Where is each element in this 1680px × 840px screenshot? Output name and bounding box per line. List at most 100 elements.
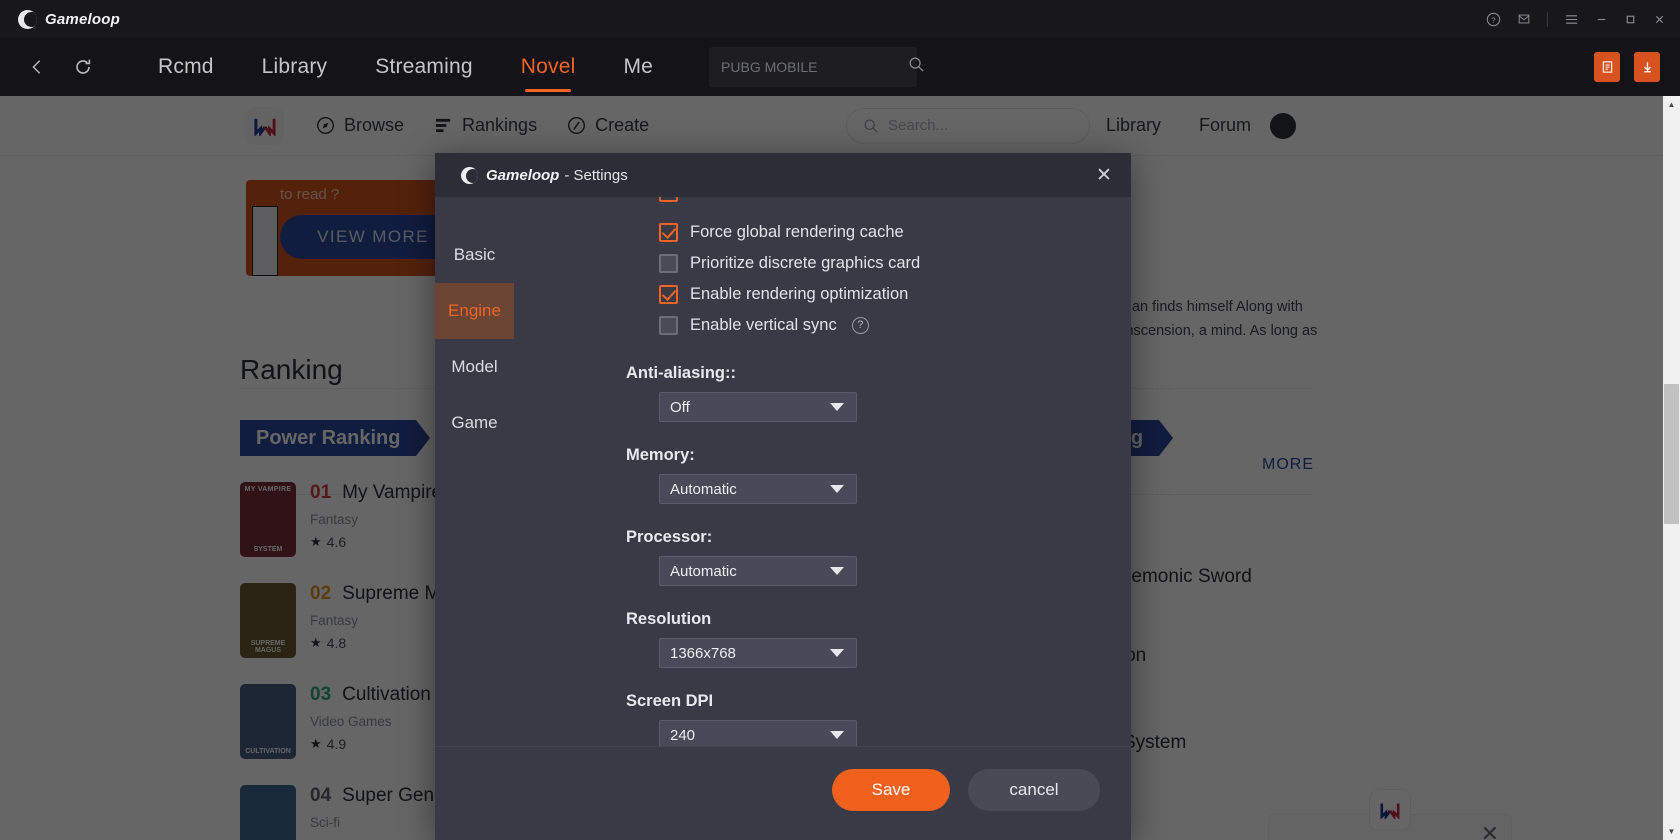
webnovel-header: Browse Rankings Create Search... Library…: [0, 96, 1680, 156]
webnovel-logo-icon[interactable]: [246, 106, 284, 145]
webnovel-search-placeholder: Search...: [888, 117, 949, 134]
caret-down-icon[interactable]: ▼: [1663, 823, 1680, 840]
avatar[interactable]: [1270, 112, 1296, 139]
checkbox-enable-vertical-sync[interactable]: Enable vertical sync ?: [548, 310, 1131, 340]
help-icon[interactable]: ?: [851, 316, 869, 334]
list-item-meta: pire System: [1086, 732, 1506, 754]
select-anti-aliasing[interactable]: Off: [659, 392, 857, 422]
list-item[interactable]: tivation tasy: [1086, 645, 1506, 690]
tab-engine[interactable]: Engine: [435, 283, 514, 339]
gameloop-logo-icon: [18, 9, 37, 29]
download-icon[interactable]: [1634, 52, 1660, 82]
gameloop-nav-items: Rcmd Library Streaming Novel Me: [134, 38, 677, 96]
webnovel-logo-icon: [1369, 789, 1411, 831]
settings-footer: Save cancel: [435, 746, 1131, 840]
back-arrow-icon[interactable]: [24, 54, 50, 80]
caret-up-icon[interactable]: ▲: [1663, 96, 1680, 113]
select-memory[interactable]: Automatic: [659, 474, 857, 504]
tab-model[interactable]: Model: [435, 339, 514, 395]
rank-number: 02: [310, 583, 332, 604]
menu-icon[interactable]: [1564, 13, 1579, 26]
webnovel-nav: Browse Rankings Create: [316, 115, 649, 136]
maximize-icon[interactable]: [1624, 13, 1637, 26]
checkbox-label: Prioritize discrete graphics card: [690, 253, 921, 272]
nav-item-streaming[interactable]: Streaming: [351, 38, 497, 96]
nav-item-rcmd[interactable]: Rcmd: [134, 38, 238, 96]
chevron-down-icon: [830, 731, 844, 739]
close-icon[interactable]: [1653, 13, 1666, 26]
rank-number: 04: [310, 785, 332, 806]
wn-nav-browse[interactable]: Browse: [316, 115, 404, 136]
checkbox-prioritize-discrete-graphics-card[interactable]: Prioritize discrete graphics card: [548, 248, 1131, 278]
scrollbar-thumb[interactable]: [1664, 384, 1679, 524]
rating-value: 4.6: [326, 534, 347, 550]
star-icon: ★: [310, 534, 322, 549]
gameloop-titlebar: Gameloop ?: [0, 0, 1680, 38]
cover-title-bottom: SYSTEM: [253, 546, 283, 553]
wn-link-forum[interactable]: Forum: [1199, 115, 1251, 136]
book-cover: MY VAMPIRE SYSTEM: [240, 482, 296, 557]
rating-value: 4.8: [326, 635, 347, 651]
settings-titlebar: Gameloop - Settings ✕: [435, 153, 1131, 197]
rank-number: 01: [310, 482, 332, 503]
select-processor-value: Automatic: [670, 562, 737, 580]
list-item[interactable]: ne: [1086, 482, 1506, 504]
nav-item-novel[interactable]: Novel: [497, 38, 600, 96]
select-screen-dpi[interactable]: 240: [659, 720, 857, 746]
wn-nav-create[interactable]: Create: [567, 115, 649, 136]
page-scrollbar[interactable]: ▲ ▼: [1663, 96, 1680, 840]
gameloop-search-input[interactable]: [721, 59, 903, 75]
svg-text:?: ?: [1491, 15, 1495, 24]
cancel-button[interactable]: cancel: [968, 769, 1100, 811]
webnovel-links: Library Forum: [1106, 115, 1251, 136]
settings-brand-label: Gameloop: [486, 166, 560, 184]
search-icon: [863, 118, 879, 134]
checkbox-enable-rendering-optimization[interactable]: Enable rendering optimization: [548, 279, 1131, 309]
close-icon[interactable]: ✕: [1091, 162, 1117, 188]
list-item-meta: tivation tasy: [1086, 645, 1506, 690]
list-item-meta: ne: [1086, 482, 1506, 504]
label-screen-dpi: Screen DPI: [626, 692, 714, 710]
settings-dialog: Gameloop - Settings ✕ Basic Engine Model…: [435, 153, 1131, 840]
webnovel-search-box[interactable]: Search...: [846, 107, 1090, 144]
save-button[interactable]: Save: [832, 769, 950, 811]
pen-icon: [567, 116, 586, 135]
list-item[interactable]: pire System: [1086, 732, 1506, 754]
tab-game[interactable]: Game: [435, 395, 514, 451]
checkbox-icon[interactable]: [659, 315, 678, 335]
select-processor[interactable]: Automatic: [659, 556, 857, 586]
download-app-card: ✕ Download Webnovel APP: [1268, 789, 1512, 840]
mail-icon[interactable]: [1517, 12, 1531, 26]
checkbox-label: Force global rendering cache: [690, 222, 904, 241]
help-icon[interactable]: ?: [1486, 12, 1501, 27]
label-anti-aliasing: Anti-aliasing::: [626, 364, 736, 382]
chevron-down-icon: [830, 649, 844, 657]
wn-nav-rankings[interactable]: Rankings: [434, 115, 537, 136]
tab-basic[interactable]: Basic: [435, 227, 514, 283]
book-genre: tasy: [1086, 675, 1506, 690]
gameloop-search-box[interactable]: [709, 47, 924, 87]
nav-item-library[interactable]: Library: [238, 38, 352, 96]
checkbox-icon[interactable]: [659, 222, 678, 242]
select-resolution[interactable]: 1366x768: [659, 638, 857, 668]
star-icon: ★: [310, 635, 322, 650]
checkbox-partial[interactable]: [659, 197, 678, 202]
checkbox-force-global-rendering-cache[interactable]: Force global rendering cache: [548, 217, 1131, 247]
search-icon[interactable]: [908, 56, 925, 78]
close-icon[interactable]: ✕: [1481, 823, 1499, 840]
ranking-column-right: king ne the Demonic Sword tasy tivation …: [1086, 420, 1506, 754]
select-anti-aliasing-value: Off: [670, 398, 690, 416]
ranking-tab-power[interactable]: Power Ranking: [240, 420, 432, 456]
minimize-icon[interactable]: [1595, 13, 1608, 26]
nav-item-me[interactable]: Me: [599, 38, 677, 96]
checkbox-icon[interactable]: [659, 284, 678, 304]
notes-icon[interactable]: [1594, 52, 1620, 82]
refresh-icon[interactable]: [70, 54, 96, 80]
select-resolution-value: 1366x768: [670, 644, 736, 662]
book-title: Super Gene: [342, 785, 445, 806]
app-root: Gameloop ? Rcmd Library Streaming Novel …: [0, 0, 1680, 840]
list-item[interactable]: the Demonic Sword tasy: [1086, 566, 1506, 611]
checkbox-icon[interactable]: [659, 253, 678, 273]
wn-link-library[interactable]: Library: [1106, 115, 1161, 136]
chevron-down-icon: [830, 567, 844, 575]
